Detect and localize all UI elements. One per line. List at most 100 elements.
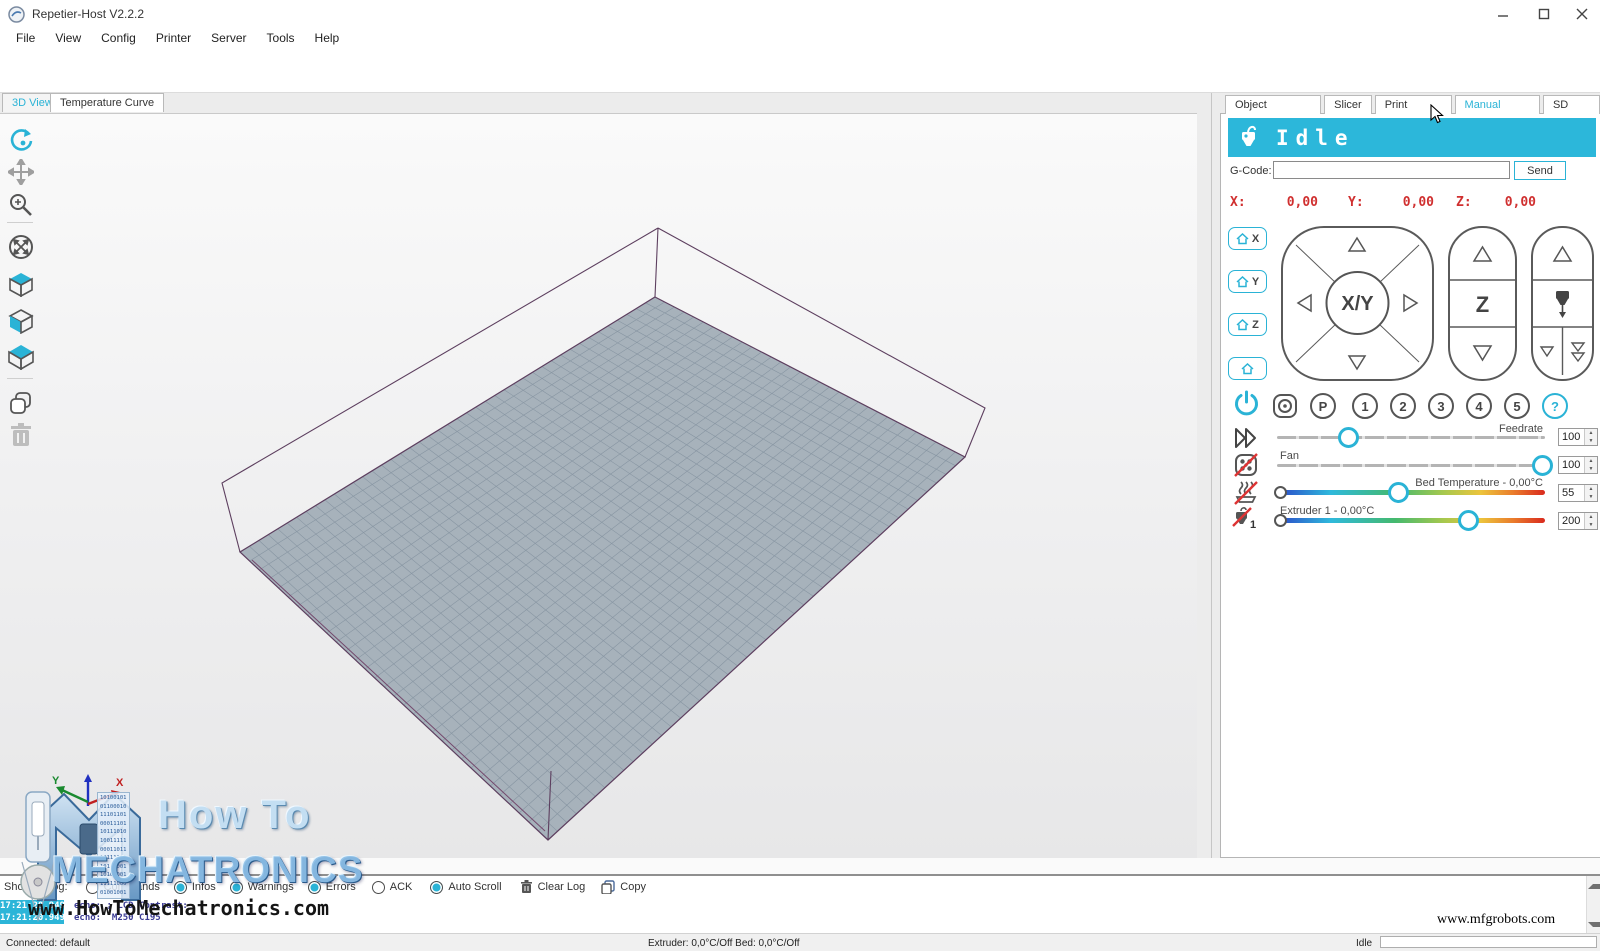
spinner-arrows[interactable]: ▲▼ <box>1584 513 1597 529</box>
menu-file[interactable]: File <box>6 29 45 47</box>
help-button[interactable]: ? <box>1542 393 1568 419</box>
isometric-view-button[interactable] <box>6 269 36 299</box>
strip-separator <box>7 222 33 223</box>
filter-commands-radio[interactable] <box>86 881 99 894</box>
preset-2-button[interactable]: 2 <box>1390 393 1416 419</box>
tab-temperature-curve[interactable]: Temperature Curve <box>50 93 164 112</box>
extruder-temp-slider[interactable] <box>1277 518 1545 523</box>
bed-temp-value[interactable]: 55 ▲▼ <box>1558 484 1598 502</box>
bed-zero-marker <box>1274 486 1287 499</box>
preset-1-button[interactable]: 1 <box>1352 393 1378 419</box>
home-all-button[interactable] <box>1228 357 1267 380</box>
filter-commands-label[interactable]: Commands <box>104 881 160 893</box>
home-icon <box>1236 276 1249 288</box>
preset-3-button[interactable]: 3 <box>1428 393 1454 419</box>
gcode-input[interactable] <box>1273 161 1510 179</box>
power-icon <box>1233 390 1260 417</box>
preset-4-button[interactable]: 4 <box>1466 393 1492 419</box>
fit-view-button[interactable] <box>6 232 36 262</box>
filter-infos-radio[interactable] <box>174 881 187 894</box>
x-value: 0,00 <box>1252 195 1318 210</box>
clear-log-icon[interactable] <box>520 880 533 894</box>
z-value: 0,00 <box>1478 195 1536 210</box>
scroll-down-arrow[interactable] <box>1588 922 1600 932</box>
autoscroll-label[interactable]: Auto Scroll <box>448 881 501 893</box>
z-label: Z: <box>1456 195 1478 210</box>
hotend-icon <box>1238 123 1260 153</box>
menu-view[interactable]: View <box>45 29 91 47</box>
power-button[interactable] <box>1233 390 1260 417</box>
top-cube-icon <box>8 344 34 370</box>
menu-printer[interactable]: Printer <box>146 29 201 47</box>
xy-center-label: X/Y <box>1341 293 1374 315</box>
y-value: 0,00 <box>1370 195 1434 210</box>
fan-slider[interactable] <box>1277 464 1545 467</box>
temperature-status: Extruder: 0,0°C/Off Bed: 0,0°C/Off <box>648 938 800 949</box>
log-timestamp: 17:21:20.949 <box>0 912 64 924</box>
spinner-arrows[interactable]: ▲▼ <box>1584 429 1597 445</box>
filter-ack-label[interactable]: ACK <box>390 881 413 893</box>
z-jog-pad[interactable]: Z <box>1447 225 1518 382</box>
clear-log-label[interactable]: Clear Log <box>538 881 586 893</box>
menu-server[interactable]: Server <box>201 29 256 47</box>
filter-warnings-radio[interactable] <box>230 881 243 894</box>
front-view-button[interactable] <box>6 306 36 336</box>
bed-temp-slider[interactable] <box>1277 490 1545 495</box>
copy-label[interactable]: Copy <box>620 881 646 893</box>
minimize-button[interactable] <box>1481 0 1525 28</box>
tab-object-placement[interactable]: Object Placement <box>1225 95 1321 114</box>
scroll-up-arrow[interactable] <box>1588 879 1600 889</box>
copy-icon[interactable] <box>601 880 615 894</box>
filter-infos-label[interactable]: Infos <box>192 881 216 893</box>
bed-temp-knob[interactable] <box>1388 482 1409 503</box>
tab-manual-control[interactable]: Manual Control <box>1455 95 1540 114</box>
menu-tools[interactable]: Tools <box>257 29 305 47</box>
preset-5-button[interactable]: 5 <box>1504 393 1530 419</box>
zoom-view-button[interactable] <box>6 190 36 220</box>
filter-errors-label[interactable]: Errors <box>326 881 356 893</box>
feedrate-value[interactable]: 100 ▲▼ <box>1558 428 1598 446</box>
extruder-temp-value[interactable]: 200 ▲▼ <box>1558 512 1598 530</box>
send-button[interactable]: Send <box>1514 161 1566 180</box>
fan-knob[interactable] <box>1532 455 1553 476</box>
filter-ack-radio[interactable] <box>372 881 385 894</box>
rotate-view-button[interactable] <box>6 125 36 155</box>
log-splitter[interactable] <box>0 858 1600 876</box>
panel-splitter[interactable] <box>1211 93 1212 858</box>
preset-p-button[interactable]: P <box>1310 393 1336 419</box>
log-list[interactable]: 17:21:20.949 echo: ; LCD Contrast: 17:21… <box>0 898 1586 933</box>
top-view-button[interactable] <box>6 342 36 372</box>
minimize-icon <box>1497 8 1509 20</box>
printer-status-text: Idle <box>1276 126 1355 150</box>
motor-off-button[interactable] <box>1272 393 1298 419</box>
tab-slicer[interactable]: Slicer <box>1324 95 1372 114</box>
autoscroll-radio[interactable] <box>430 881 443 894</box>
filter-warnings-label[interactable]: Warnings <box>248 881 294 893</box>
duplicate-object-button[interactable] <box>6 388 36 418</box>
log-entry[interactable]: 17:21:20.949 echo: ; LCD Contrast: <box>0 900 1586 912</box>
rotate-icon <box>7 126 35 154</box>
move-view-button[interactable] <box>6 157 36 187</box>
home-z-button[interactable]: Z <box>1228 313 1267 336</box>
xy-jog-pad[interactable]: X/Y <box>1280 225 1435 382</box>
svg-text:Y: Y <box>52 775 60 787</box>
feedrate-slider[interactable] <box>1277 436 1545 439</box>
extruder-temp-knob[interactable] <box>1458 510 1479 531</box>
magnifier-icon <box>8 192 34 218</box>
spinner-arrows[interactable]: ▲▼ <box>1584 457 1597 473</box>
spinner-arrows[interactable]: ▲▼ <box>1584 485 1597 501</box>
feedrate-knob[interactable] <box>1338 427 1359 448</box>
menu-config[interactable]: Config <box>91 29 146 47</box>
show-in-log-label: Show in Log: <box>4 881 68 893</box>
extruder-jog-pad[interactable] <box>1530 225 1595 382</box>
svg-text:1: 1 <box>1250 519 1256 531</box>
filter-errors-radio[interactable] <box>308 881 321 894</box>
maximize-button[interactable] <box>1526 0 1562 28</box>
home-y-button[interactable]: Y <box>1228 270 1267 293</box>
close-button[interactable] <box>1563 0 1600 28</box>
menu-help[interactable]: Help <box>305 29 350 47</box>
log-entry[interactable]: 17:21:20.949 echo: M250 C195 <box>0 912 1586 924</box>
home-x-button[interactable]: X <box>1228 227 1267 250</box>
tab-sd-card[interactable]: SD Card <box>1543 95 1600 114</box>
fan-value[interactable]: 100 ▲▼ <box>1558 456 1598 474</box>
